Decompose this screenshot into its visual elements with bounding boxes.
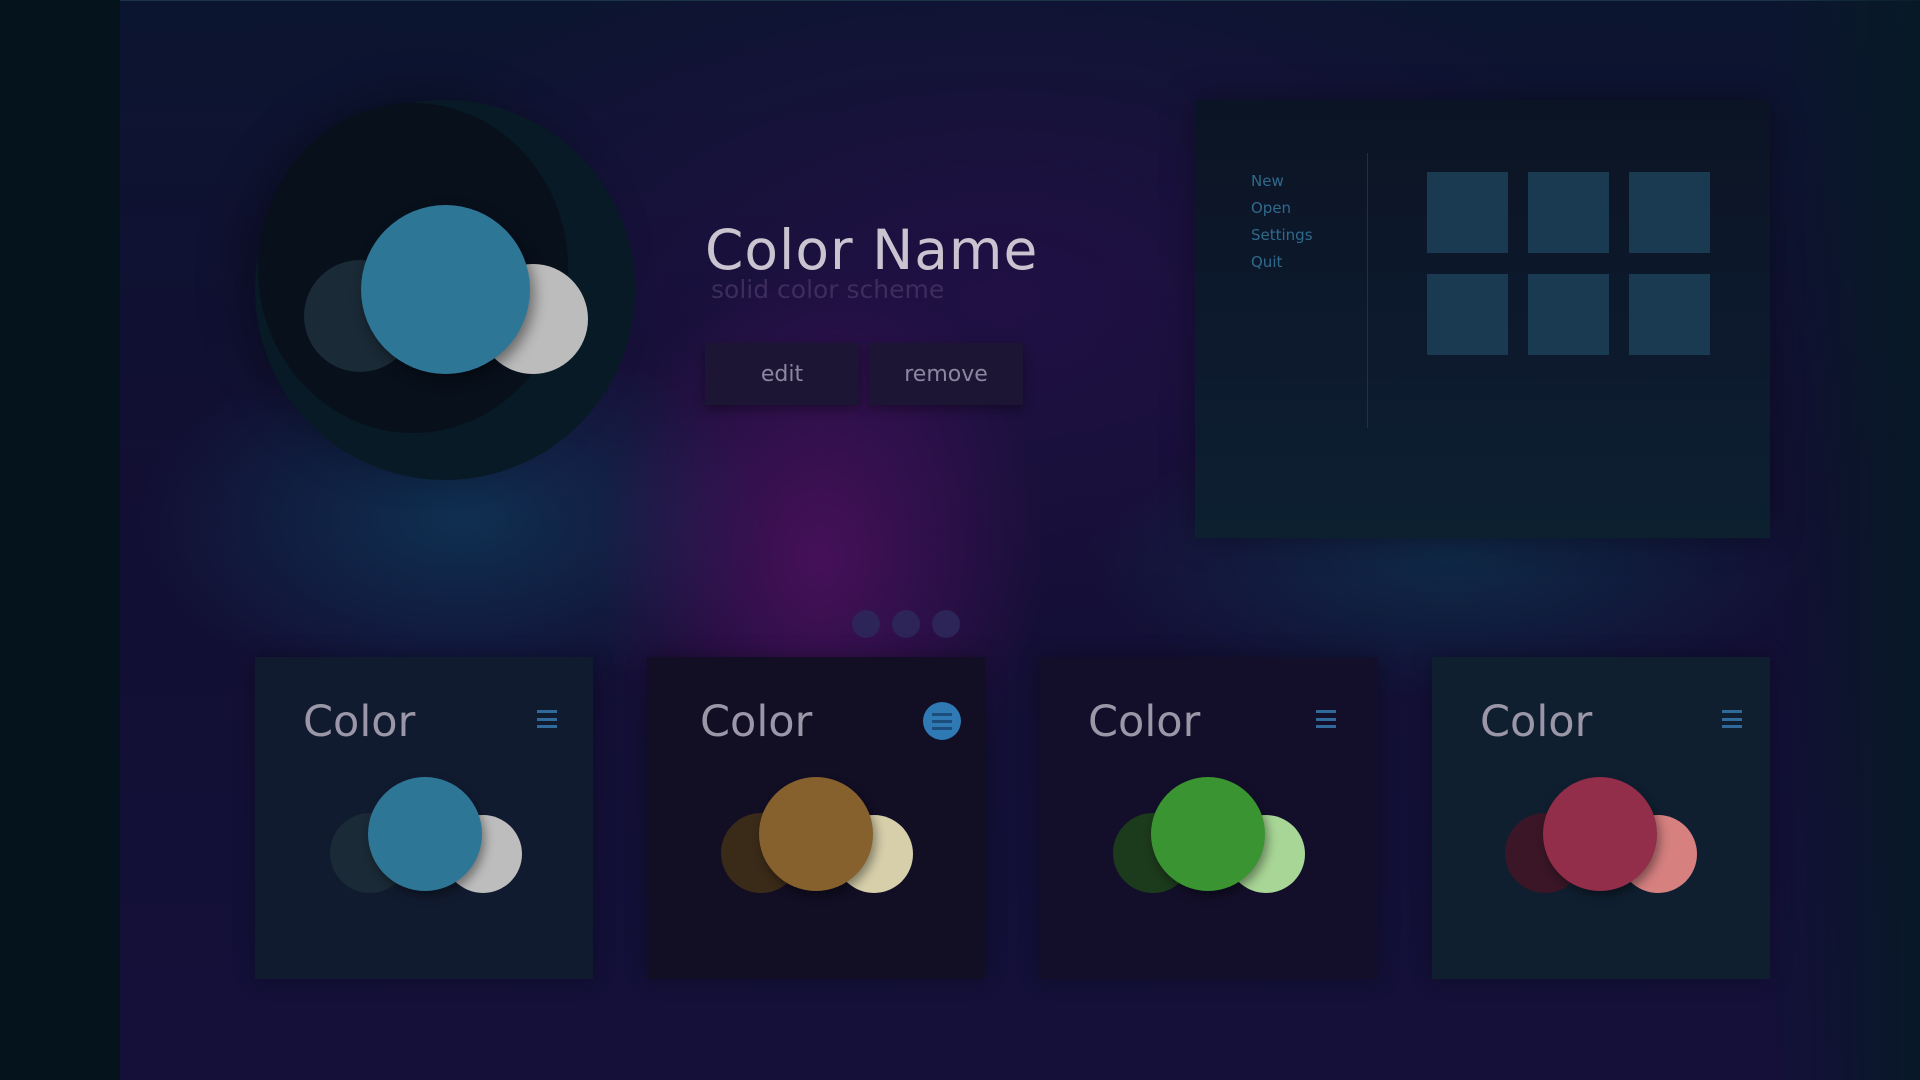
top-border: [0, 0, 1920, 1]
menu-item-quit[interactable]: Quit: [1251, 249, 1313, 276]
hero-swatch-main[interactable]: [361, 205, 530, 374]
right-edge-shade: [1770, 0, 1920, 1080]
pager-dot-3[interactable]: [932, 610, 960, 638]
hamburger-icon[interactable]: [923, 702, 961, 740]
grid-tile[interactable]: [1427, 274, 1508, 355]
hamburger-icon[interactable]: [1722, 710, 1742, 728]
grid-tile[interactable]: [1427, 172, 1508, 253]
left-sidebar: [0, 0, 120, 1080]
card-swatch-main: [368, 777, 482, 891]
menu-item-new[interactable]: New: [1251, 168, 1313, 195]
app-window: Color Name solid color scheme edit remov…: [0, 0, 1920, 1080]
pager-dot-1[interactable]: [852, 610, 880, 638]
menu-item-settings[interactable]: Settings: [1251, 222, 1313, 249]
card-title: Color: [1088, 697, 1201, 747]
color-scheme-subtitle: solid color scheme: [711, 275, 945, 304]
menu-item-open[interactable]: Open: [1251, 195, 1313, 222]
menu-list: New Open Settings Quit: [1251, 168, 1313, 276]
card-title: Color: [700, 697, 813, 747]
card-swatch-main: [1151, 777, 1265, 891]
menu-divider: [1367, 153, 1368, 428]
edit-button[interactable]: edit: [705, 343, 859, 405]
grid-tile[interactable]: [1528, 172, 1609, 253]
card-swatch-main: [1543, 777, 1657, 891]
hamburger-icon[interactable]: [537, 710, 557, 728]
grid-tile[interactable]: [1629, 274, 1710, 355]
card-swatch-main: [759, 777, 873, 891]
remove-button[interactable]: remove: [869, 343, 1023, 405]
grid-tile[interactable]: [1528, 274, 1609, 355]
pager-dot-2[interactable]: [892, 610, 920, 638]
card-title: Color: [1480, 697, 1593, 747]
color-name-title: Color Name: [705, 218, 1039, 282]
hamburger-icon[interactable]: [1316, 710, 1336, 728]
card-title: Color: [303, 697, 416, 747]
grid-tile[interactable]: [1629, 172, 1710, 253]
